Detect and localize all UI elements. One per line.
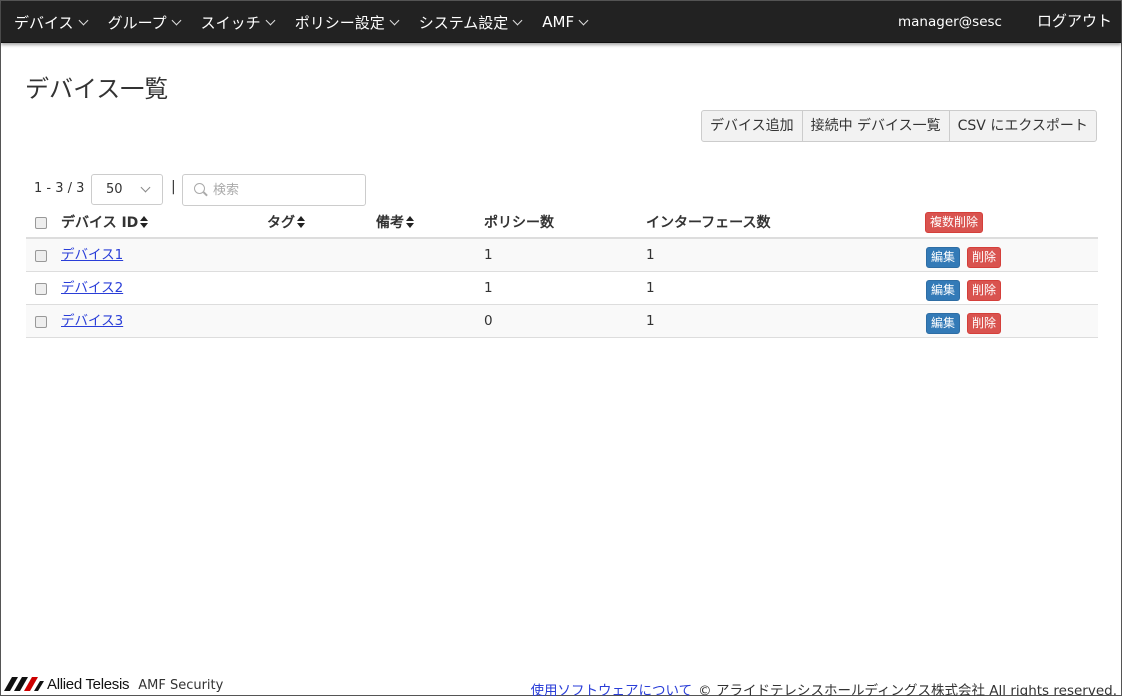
sort-icon: [297, 216, 305, 228]
software-info-link[interactable]: 使用ソフトウェアについて: [531, 683, 693, 696]
product-name: AMF Security: [138, 678, 224, 693]
chevron-down-icon: [389, 15, 400, 25]
chevron-down-icon: [265, 15, 276, 25]
row-checkbox[interactable]: [35, 283, 47, 295]
page-size-value: 50: [106, 182, 123, 197]
allied-telesis-logo-icon: [4, 677, 44, 691]
brand-logo: Allied Telesis AMF Security: [4, 675, 223, 693]
toolbar-button-group: デバイス追加 接続中 デバイス一覧 CSV にエクスポート: [701, 110, 1097, 142]
column-header-label: タグ: [267, 215, 295, 231]
policy-count: 1: [484, 280, 493, 296]
sort-icon: [406, 216, 414, 228]
column-header-policy-count: ポリシー数: [484, 215, 554, 231]
delete-button[interactable]: 削除: [967, 313, 1002, 334]
add-device-button[interactable]: デバイス追加: [701, 110, 803, 142]
nav-groups-label: グループ: [107, 13, 167, 32]
nav-devices-label: デバイス: [14, 13, 74, 32]
device-table: デバイス ID タグ 備考 ポリシー数 インターフェース数 複数削除 デバイス1…: [26, 206, 1098, 338]
edit-button[interactable]: 編集: [926, 313, 961, 334]
nav-switches[interactable]: スイッチ: [188, 1, 282, 43]
table-row: デバイス2 1 1 編集 削除: [26, 272, 1098, 305]
nav-policy-settings[interactable]: ポリシー設定: [282, 1, 406, 43]
separator: |: [171, 179, 176, 195]
select-all-checkbox[interactable]: [35, 217, 47, 229]
search-box[interactable]: [182, 174, 366, 206]
nav-groups[interactable]: グループ: [95, 1, 188, 43]
device-link[interactable]: デバイス2: [61, 272, 123, 305]
nav-devices[interactable]: デバイス: [1, 1, 95, 43]
column-header-label: デバイス ID: [61, 215, 139, 231]
interface-count: 1: [646, 247, 655, 263]
policy-count: 1: [484, 247, 493, 263]
chevron-down-icon: [171, 15, 182, 25]
connected-devices-button[interactable]: 接続中 デバイス一覧: [801, 110, 950, 142]
delete-button[interactable]: 削除: [967, 280, 1002, 301]
interface-count: 1: [646, 313, 655, 329]
search-input[interactable]: [213, 179, 361, 201]
top-navbar: デバイス グループ スイッチ ポリシー設定 システム設定 AMF manager…: [1, 1, 1121, 43]
table-row: デバイス3 0 1 編集 削除: [26, 305, 1098, 338]
export-csv-button[interactable]: CSV にエクスポート: [948, 110, 1097, 142]
device-link[interactable]: デバイス3: [61, 305, 123, 338]
nav-system-settings-label: システム設定: [418, 13, 509, 32]
brand-name: Allied Telesis: [47, 675, 130, 693]
edit-button[interactable]: 編集: [926, 247, 961, 268]
search-icon: [194, 183, 205, 194]
device-link[interactable]: デバイス1: [61, 239, 123, 272]
table-row: デバイス1 1 1 編集 削除: [26, 239, 1098, 272]
table-header: デバイス ID タグ 備考 ポリシー数 インターフェース数 複数削除: [26, 206, 1098, 239]
chevron-down-icon: [140, 182, 151, 193]
row-checkbox[interactable]: [35, 250, 47, 262]
chevron-down-icon: [78, 15, 89, 25]
interface-count: 1: [646, 280, 655, 296]
column-header-note[interactable]: 備考: [376, 206, 414, 239]
column-header-device-id[interactable]: デバイス ID: [61, 206, 149, 239]
policy-count: 0: [484, 313, 493, 329]
chevron-down-icon: [512, 15, 523, 25]
edit-button[interactable]: 編集: [926, 280, 961, 301]
column-header-label: 備考: [376, 215, 404, 231]
nav-amf-label: AMF: [542, 13, 575, 31]
column-header-tag[interactable]: タグ: [267, 206, 305, 239]
nav-switches-label: スイッチ: [200, 13, 261, 32]
copyright-text: © アライドテレシスホールディングス株式会社 All rights reserv…: [698, 683, 1117, 696]
bulk-delete-button[interactable]: 複数削除: [925, 212, 984, 233]
nav-amf[interactable]: AMF: [529, 1, 595, 43]
footer-right: 使用ソフトウェアについて © アライドテレシスホールディングス株式会社 All r…: [531, 679, 1117, 696]
footer: Allied Telesis AMF Security 使用ソフトウェアについて…: [1, 673, 1121, 696]
row-checkbox[interactable]: [35, 316, 47, 328]
page-size-select[interactable]: 50: [91, 174, 163, 205]
nav-menu: デバイス グループ スイッチ ポリシー設定 システム設定 AMF: [1, 1, 595, 43]
nav-policy-settings-label: ポリシー設定: [294, 13, 385, 32]
nav-system-settings[interactable]: システム設定: [406, 1, 530, 43]
page-title: デバイス一覧: [25, 75, 169, 103]
delete-button[interactable]: 削除: [967, 247, 1002, 268]
current-user: manager@sesc: [898, 14, 1002, 30]
record-range: 1 - 3 / 3: [34, 181, 85, 196]
sort-icon: [140, 216, 149, 228]
column-header-interface-count: インターフェース数: [646, 215, 771, 231]
chevron-down-icon: [578, 15, 589, 25]
logout-link[interactable]: ログアウト: [1037, 1, 1112, 43]
